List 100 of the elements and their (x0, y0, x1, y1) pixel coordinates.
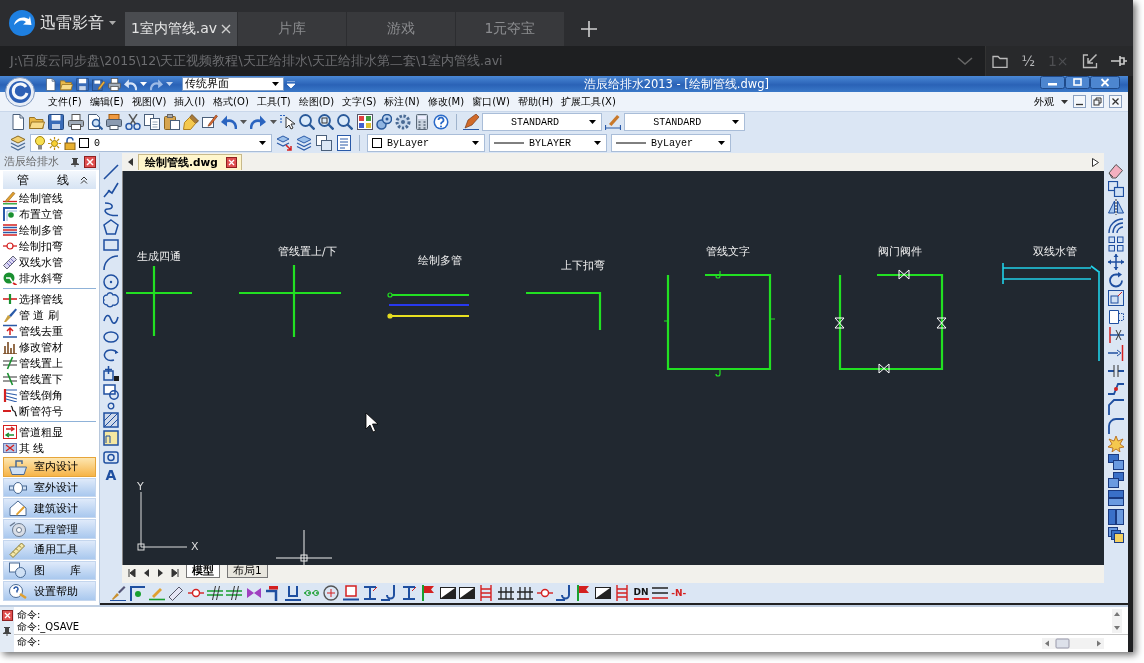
first-page-icon[interactable] (128, 569, 136, 577)
menu-item[interactable]: 工具(T) (252, 94, 295, 109)
square-circle-icon[interactable] (103, 383, 119, 400)
layout-tab[interactable]: 布局1 (227, 565, 268, 578)
menu-item[interactable]: 文件(F) (44, 94, 86, 109)
stacked-layers-icon[interactable] (296, 135, 312, 151)
split-square-icon[interactable] (594, 585, 611, 601)
menu-item[interactable]: 插入(I) (170, 94, 210, 109)
move-arrows-icon[interactable] (1108, 253, 1124, 270)
shapes-icon[interactable] (9, 562, 27, 579)
pipe-joint-icon[interactable] (9, 479, 27, 496)
stacked-windows-icon[interactable] (1108, 454, 1124, 470)
category-button[interactable]: 建筑设计 (3, 498, 96, 519)
close-icon[interactable] (1090, 76, 1120, 89)
next-icon[interactable] (157, 569, 164, 577)
menu-item[interactable]: 窗口(W) (468, 94, 514, 109)
category-button[interactable]: 工程管理 (3, 519, 96, 539)
i-beam-icon[interactable] (400, 585, 417, 601)
cloud-icon[interactable] (103, 292, 119, 309)
close-icon[interactable] (84, 155, 96, 168)
magnifier-icon[interactable] (299, 114, 315, 130)
menu-item[interactable]: 视图(V) (127, 94, 171, 109)
joined-lines-icon[interactable] (1108, 381, 1124, 398)
tool-item[interactable]: 管线倒角 (3, 387, 96, 403)
left-arrow-icon[interactable] (127, 158, 133, 166)
print-preview-icon[interactable] (86, 114, 103, 130)
polyline-icon[interactable] (103, 182, 119, 199)
lineweight-dropdown[interactable]: ByLayer (611, 134, 731, 152)
caret-icon[interactable] (1061, 99, 1068, 104)
redo-icon[interactable] (150, 77, 163, 91)
house-pen-icon[interactable] (9, 500, 27, 517)
save-icon[interactable] (76, 77, 89, 91)
fence-icon[interactable] (517, 585, 534, 601)
brush-pen-icon[interactable] (110, 585, 126, 601)
menu-item[interactable]: 文字(S) (338, 94, 381, 109)
undo-icon[interactable] (124, 77, 137, 91)
category-button[interactable]: 室内设计 (3, 457, 96, 477)
tool-item[interactable]: 排水斜弯 (3, 270, 96, 286)
extend-line-icon[interactable] (1108, 344, 1124, 361)
stacked-windows-icon[interactable] (1108, 508, 1124, 525)
pipe-corner-icon[interactable] (129, 585, 146, 601)
tool-item[interactable]: 管 道 刷 (3, 307, 96, 323)
circle-in-box-icon[interactable] (103, 448, 119, 465)
flag-icon[interactable] (575, 585, 592, 601)
slashed-lines-icon[interactable] (206, 585, 223, 601)
rectangle-icon[interactable] (103, 237, 119, 254)
slashed-lines-icon[interactable] (226, 585, 243, 601)
filled-square-icon[interactable] (103, 430, 119, 447)
tool-item[interactable]: 布置立管 (3, 206, 96, 222)
pen-icon[interactable] (462, 114, 479, 130)
tool-item[interactable]: 绘制扣弯 (3, 238, 96, 254)
tool-item[interactable]: 管线置下 (3, 371, 96, 387)
tool-item[interactable]: 修改管材 (3, 339, 96, 355)
restore-icon[interactable] (1065, 76, 1090, 89)
folder-icon[interactable] (992, 54, 1009, 68)
eraser-icon[interactable] (1108, 163, 1124, 179)
pointer-icon[interactable] (279, 114, 296, 130)
break-line-icon[interactable] (3, 404, 17, 418)
close-icon[interactable] (1109, 95, 1122, 108)
cross-circle-icon[interactable] (323, 585, 340, 601)
video-tab[interactable]: 片库 (238, 12, 346, 46)
linetype-dropdown[interactable]: BYLAYER (489, 134, 607, 152)
line-icon[interactable] (103, 164, 119, 180)
video-tab[interactable]: 1元夺宝 (456, 12, 564, 46)
stacked-windows-icon[interactable] (1108, 490, 1124, 507)
stacked-windows-icon[interactable] (1108, 526, 1124, 543)
rounded-corner-icon[interactable] (1108, 417, 1124, 434)
print-icon[interactable] (67, 114, 84, 130)
nested-squares-icon[interactable] (1108, 290, 1124, 307)
bars-icon[interactable] (3, 340, 17, 354)
menu-item[interactable]: 标注(N) (380, 94, 424, 109)
plus-icon[interactable] (581, 21, 597, 37)
lines-arrow-icon[interactable] (3, 324, 17, 338)
appearance-menu[interactable]: 外观 (1030, 94, 1058, 109)
pin-icon[interactable] (70, 156, 80, 167)
menu-item[interactable]: 修改(M) (423, 94, 469, 109)
video-tab[interactable]: 游戏 (347, 12, 455, 46)
hook-pipe-icon[interactable] (556, 585, 572, 601)
brush-icon[interactable] (3, 308, 17, 322)
brush-icon[interactable] (182, 114, 199, 130)
video-tab[interactable]: 1室内管线.av (125, 12, 237, 46)
restore-icon[interactable] (1091, 95, 1104, 108)
pen-line-icon[interactable] (148, 585, 165, 601)
category-button[interactable]: 通用工具 (3, 539, 96, 560)
lines-icon[interactable] (651, 585, 668, 601)
chevron-down-icon[interactable] (957, 57, 973, 65)
new-file-icon[interactable] (10, 114, 26, 130)
crossing-lines-icon[interactable] (3, 372, 17, 386)
ellipse-arc-icon[interactable] (103, 346, 119, 363)
document-tab[interactable]: 绘制管线.dwg (138, 154, 242, 170)
magnifier-icon[interactable] (337, 114, 354, 130)
hatched-bar-icon[interactable] (3, 255, 17, 269)
pin-icon[interactable] (1110, 54, 1127, 68)
basin-faucet-icon[interactable] (9, 458, 27, 475)
trim-lines-icon[interactable] (1108, 326, 1124, 343)
mirror-triangles-icon[interactable] (1108, 199, 1124, 216)
stretch-box-icon[interactable] (1108, 308, 1124, 325)
caret-icon[interactable] (109, 21, 116, 25)
arrow-box-icon[interactable] (1081, 53, 1098, 69)
arc-icon[interactable] (103, 255, 119, 272)
